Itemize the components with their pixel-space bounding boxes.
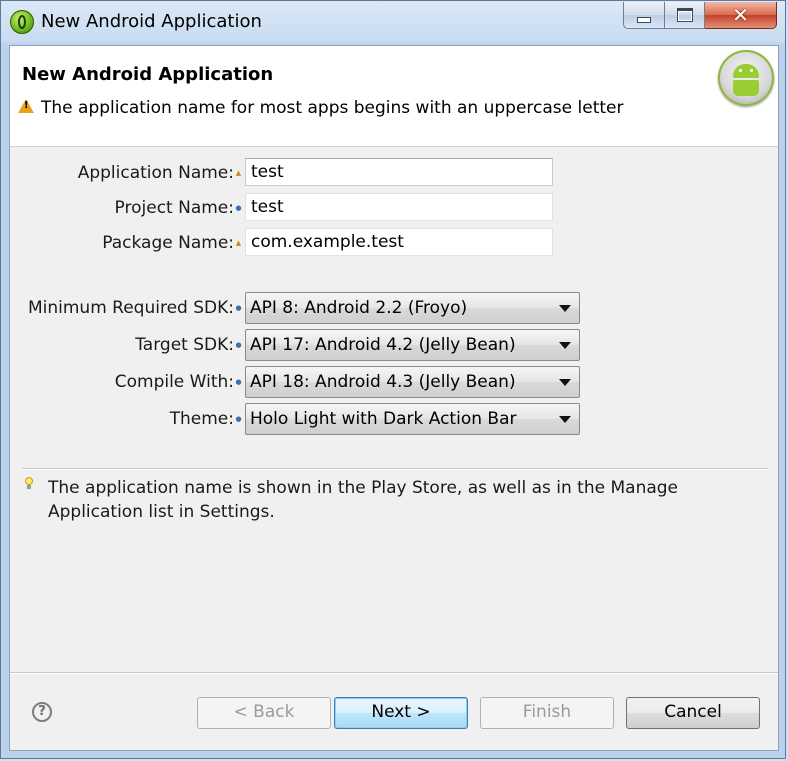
info-decoration-icon: ● (235, 415, 242, 423)
warning-decoration-icon: ▲ (235, 239, 242, 247)
finish-button[interactable]: Finish (480, 697, 614, 729)
target-sdk-select[interactable]: API 17: Android 4.2 (Jelly Bean) (245, 329, 580, 361)
header-message: The application name for most apps begin… (41, 98, 624, 118)
title-bar[interactable]: New Android Application ✕ (1, 1, 785, 45)
help-separator (22, 468, 768, 470)
minimize-button[interactable] (623, 2, 665, 29)
footer-separator (10, 672, 778, 674)
minimum-sdk-label: Minimum Required SDK: (27, 298, 234, 318)
theme-label: Theme: (169, 409, 234, 429)
chevron-down-icon (559, 305, 571, 312)
chevron-down-icon (559, 416, 571, 423)
window-title: New Android Application (41, 11, 262, 32)
minimize-icon (637, 16, 651, 23)
page-title: New Android Application (22, 64, 274, 85)
package-name-input[interactable]: com.example.test (245, 228, 553, 256)
help-icon[interactable]: ? (32, 702, 52, 722)
close-icon: ✕ (732, 3, 749, 27)
minimum-sdk-value: API 8: Android 2.2 (Froyo) (250, 298, 468, 318)
wizard-header: New Android Application The application … (10, 46, 778, 147)
help-description: The application name is shown in the Pla… (48, 478, 679, 522)
close-button[interactable]: ✕ (705, 2, 777, 29)
maximize-button[interactable] (665, 2, 705, 29)
next-button[interactable]: Next > (334, 697, 468, 729)
minimum-sdk-select[interactable]: API 8: Android 2.2 (Froyo) (245, 292, 580, 324)
package-name-label: Package Name: (102, 233, 234, 253)
chevron-down-icon (559, 342, 571, 349)
compile-with-value: API 18: Android 4.3 (Jelly Bean) (250, 372, 516, 392)
compile-with-label: Compile With: (114, 372, 234, 392)
info-decoration-icon: ● (235, 204, 242, 212)
info-decoration-icon: ● (235, 378, 242, 386)
chevron-down-icon (559, 379, 571, 386)
maximize-icon (676, 8, 693, 22)
android-robot-icon (718, 50, 774, 106)
compile-with-select[interactable]: API 18: Android 4.3 (Jelly Bean) (245, 366, 580, 398)
info-decoration-icon: ● (235, 341, 242, 349)
target-sdk-value: API 17: Android 4.2 (Jelly Bean) (250, 335, 516, 355)
application-name-input[interactable]: test (245, 158, 553, 186)
project-name-input[interactable]: test (245, 193, 553, 221)
dialog-body: New Android Application The application … (9, 45, 779, 751)
application-name-label: Application Name: (77, 163, 234, 183)
project-name-label: Project Name: (114, 198, 234, 218)
theme-select[interactable]: Holo Light with Dark Action Bar (245, 403, 580, 435)
info-decoration-icon: ● (235, 304, 242, 312)
back-button[interactable]: < Back (197, 697, 331, 729)
eclipse-app-icon (10, 10, 34, 34)
target-sdk-label: Target SDK: (135, 335, 234, 355)
dialog-window: New Android Application ✕ New Android Ap… (0, 0, 786, 759)
theme-value: Holo Light with Dark Action Bar (250, 409, 517, 429)
cancel-button[interactable]: Cancel (626, 697, 760, 729)
warning-decoration-icon: ▲ (235, 169, 242, 177)
lightbulb-icon (24, 477, 34, 489)
warning-icon (18, 99, 34, 113)
